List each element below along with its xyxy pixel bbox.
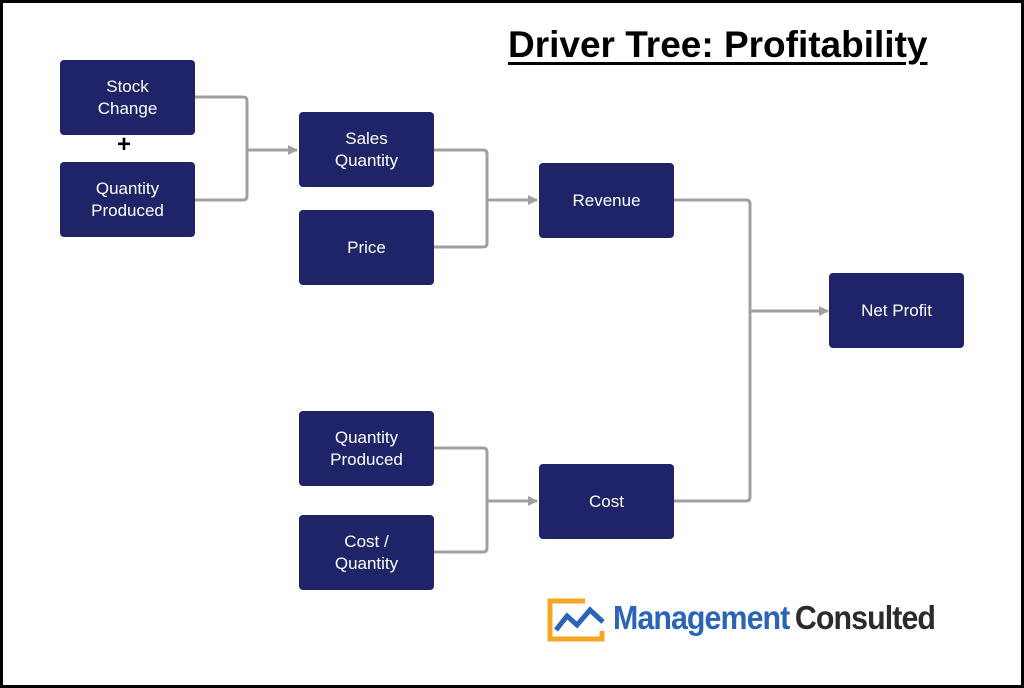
node-cost-per-quantity[interactable]: Cost / Quantity bbox=[299, 515, 434, 590]
logo-word-management: Management bbox=[613, 599, 790, 636]
plus-operator: + bbox=[117, 131, 132, 158]
logo-word-consulted: Consulted bbox=[794, 599, 936, 636]
node-quantity-produced-bottom[interactable]: Quantity Produced bbox=[299, 411, 434, 486]
node-cost[interactable]: Cost bbox=[539, 464, 674, 539]
node-label: Stock Change bbox=[97, 76, 158, 118]
node-net-profit[interactable]: Net Profit bbox=[829, 273, 964, 348]
node-sales-quantity[interactable]: Sales Quantity bbox=[299, 112, 434, 187]
node-label: Sales Quantity bbox=[334, 128, 399, 170]
node-label: Net Profit bbox=[861, 300, 932, 320]
node-quantity-produced-top[interactable]: Quantity Produced bbox=[60, 162, 195, 237]
node-label: Quantity Produced bbox=[91, 178, 164, 220]
logo-wordmark: Management Consulted bbox=[613, 598, 936, 638]
page-title: Driver Tree: Profitability bbox=[508, 24, 928, 65]
node-label: Cost bbox=[589, 491, 624, 511]
node-label: Quantity Produced bbox=[330, 427, 403, 469]
node-price[interactable]: Price bbox=[299, 210, 434, 285]
node-label: Cost / Quantity bbox=[334, 531, 399, 573]
node-stock-change[interactable]: Stock Change bbox=[60, 60, 195, 135]
chart-line-icon bbox=[547, 598, 605, 642]
node-label: Revenue bbox=[572, 190, 641, 210]
management-consulted-logo: Management Consulted bbox=[547, 596, 967, 644]
node-revenue[interactable]: Revenue bbox=[539, 163, 674, 238]
node-label: Price bbox=[347, 237, 386, 257]
